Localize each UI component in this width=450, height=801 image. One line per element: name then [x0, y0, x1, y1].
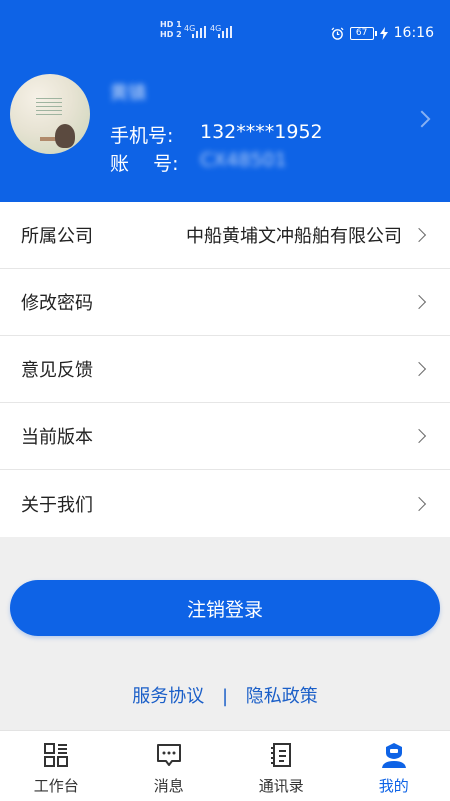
avatar-illustration-text [36, 98, 62, 122]
chevron-right-icon [412, 496, 426, 510]
status-bar: HD 1 HD 2 4G 4G 67 16:16 [0, 0, 450, 66]
signal-strength-icon [192, 26, 206, 38]
settings-menu: 所属公司 中船黄埔文冲船舶有限公司 修改密码 意见反馈 当前版本 关于我们 [0, 202, 450, 537]
chevron-right-icon [412, 295, 426, 309]
signal-strength-icon [218, 26, 232, 38]
battery-icon: 67 [350, 27, 374, 40]
profile-header: HD 1 HD 2 4G 4G 67 16:16 [0, 0, 450, 202]
chevron-right-icon [412, 362, 426, 376]
contacts-icon [267, 741, 295, 769]
link-separator: | [222, 686, 228, 707]
menu-item-change-password[interactable]: 修改密码 [0, 269, 450, 336]
chevron-right-icon [412, 228, 426, 242]
menu-item-label: 关于我们 [21, 491, 93, 517]
menu-item-label: 所属公司 [21, 222, 93, 248]
tab-label: 工作台 [34, 775, 79, 796]
workbench-icon [42, 741, 70, 769]
phone-value: 132****1952 [200, 121, 323, 148]
tab-messages[interactable]: 消息 [113, 731, 226, 801]
account-value: CX48501 [200, 149, 287, 176]
menu-item-company[interactable]: 所属公司 中船黄埔文冲船舶有限公司 [0, 202, 450, 269]
tab-label: 消息 [154, 775, 184, 796]
menu-item-feedback[interactable]: 意见反馈 [0, 336, 450, 403]
menu-item-about[interactable]: 关于我们 [0, 470, 450, 537]
tab-label: 通讯录 [259, 775, 304, 796]
message-icon [155, 741, 183, 769]
status-right: 67 16:16 [331, 24, 434, 42]
privacy-policy-link[interactable]: 隐私政策 [246, 686, 318, 707]
menu-item-label: 修改密码 [21, 289, 93, 315]
clock: 16:16 [394, 25, 434, 41]
menu-item-label: 当前版本 [21, 423, 93, 449]
avatar[interactable] [10, 74, 90, 154]
account-row: 账 号: CX48501 [110, 149, 287, 176]
tab-profile[interactable]: 我的 [338, 731, 450, 801]
phone-label: 手机号: [110, 121, 200, 148]
alarm-icon [331, 27, 344, 40]
tab-workbench[interactable]: 工作台 [0, 731, 113, 801]
menu-item-label: 意见反馈 [21, 356, 93, 382]
avatar-illustration-figure [55, 124, 75, 148]
logout-button[interactable]: 注销登录 [10, 580, 440, 636]
tab-label: 我的 [379, 775, 409, 796]
company-name-value: 中船黄埔文冲船舶有限公司 [186, 222, 402, 248]
agreement-links: 服务协议 | 隐私政策 [0, 682, 450, 708]
signal-indicators: HD 1 HD 2 4G 4G [160, 20, 235, 46]
menu-item-version[interactable]: 当前版本 [0, 403, 450, 470]
charging-icon [380, 27, 388, 40]
phone-row: 手机号: 132****1952 [110, 121, 323, 148]
bottom-tab-bar: 工作台 消息 通讯录 我的 [0, 730, 450, 801]
user-name: 黄镇 [110, 79, 146, 105]
account-label: 账 号: [110, 149, 200, 176]
tab-contacts[interactable]: 通讯录 [225, 731, 338, 801]
service-agreement-link[interactable]: 服务协议 [132, 686, 204, 707]
profile-chevron-right-icon[interactable] [414, 111, 431, 128]
profile-icon [380, 741, 408, 769]
chevron-right-icon [412, 429, 426, 443]
